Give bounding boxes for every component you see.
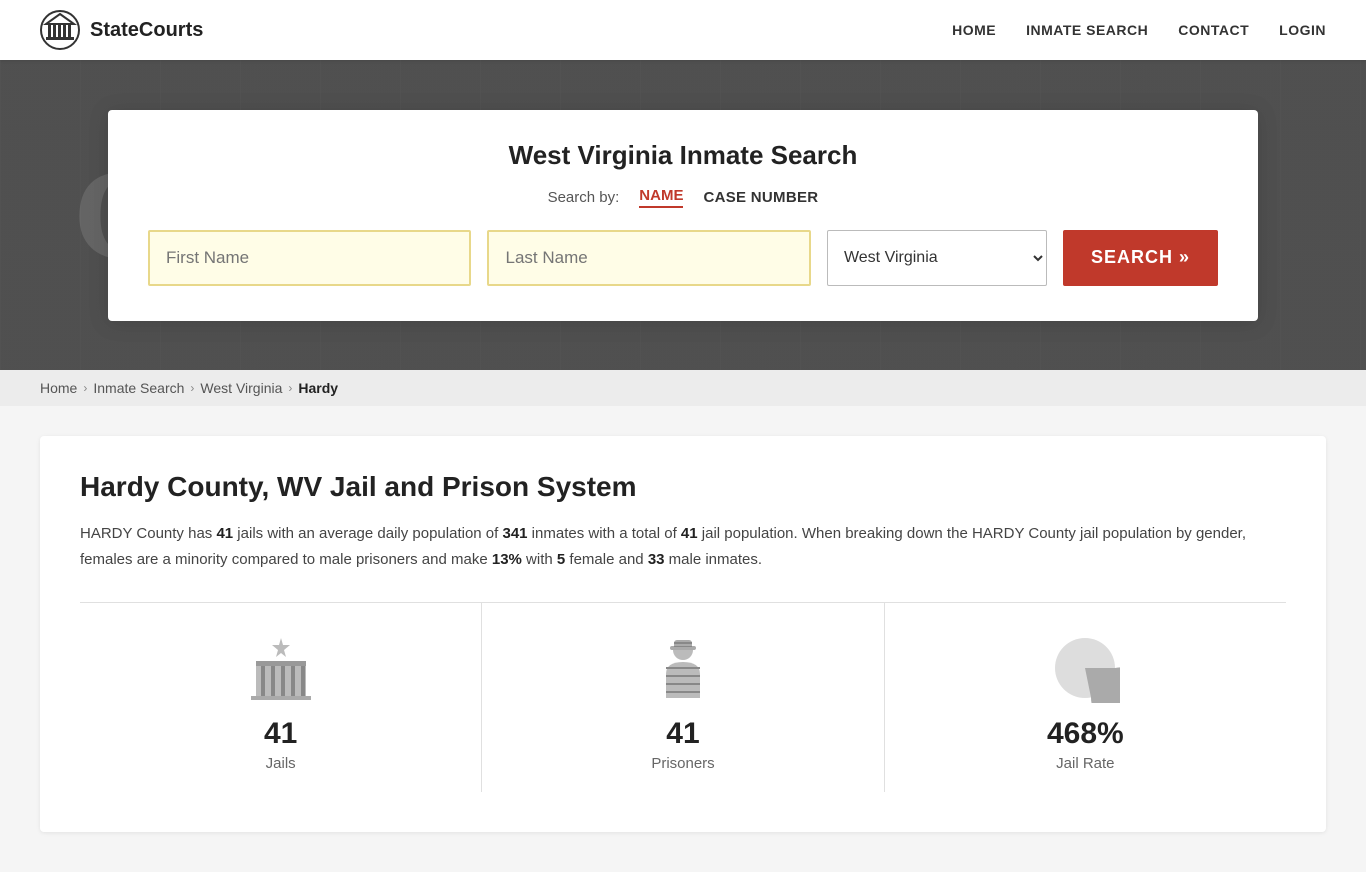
desc-female-pct: 13% <box>492 551 522 568</box>
search-by-row: Search by: NAME CASE NUMBER <box>148 187 1218 208</box>
main-nav: HOME INMATE SEARCH CONTACT LOGIN <box>952 22 1326 38</box>
breadcrumb-west-virginia[interactable]: West Virginia <box>200 380 282 396</box>
desc-male-count: 33 <box>648 551 665 568</box>
search-inputs: West Virginia Alabama Alaska Arizona Ark… <box>148 230 1218 286</box>
logo-text: StateCourts <box>90 19 203 42</box>
stat-prisoners: 41 Prisoners <box>482 603 884 792</box>
search-by-label: Search by: <box>548 189 620 206</box>
jail-rate-icon <box>1045 633 1125 703</box>
breadcrumb-sep-1: › <box>83 381 87 395</box>
desc-total-jails: 41 <box>681 525 698 542</box>
breadcrumb-sep-3: › <box>288 381 292 395</box>
state-select[interactable]: West Virginia Alabama Alaska Arizona Ark… <box>827 230 1047 286</box>
hero-section: COURTHOUSE West Virginia Inmate Search S… <box>0 60 1366 370</box>
tab-case-number[interactable]: CASE NUMBER <box>703 189 818 206</box>
stat-jail-rate-label: Jail Rate <box>1056 755 1114 772</box>
header: StateCourts HOME INMATE SEARCH CONTACT L… <box>0 0 1366 60</box>
desc-suffix: male inmates. <box>665 551 763 568</box>
breadcrumb-current: Hardy <box>298 380 338 396</box>
first-name-input[interactable] <box>148 230 471 286</box>
nav-login[interactable]: LOGIN <box>1279 22 1326 38</box>
prisoner-icon <box>643 633 723 703</box>
stat-jails-label: Jails <box>266 755 296 772</box>
desc-middle5: female and <box>565 551 648 568</box>
main-content: Hardy County, WV Jail and Prison System … <box>0 406 1366 872</box>
desc-jails-count: 41 <box>216 525 233 542</box>
search-card-title: West Virginia Inmate Search <box>148 140 1218 171</box>
tab-name[interactable]: NAME <box>639 187 683 208</box>
desc-avg-pop: 341 <box>502 525 527 542</box>
nav-contact[interactable]: CONTACT <box>1178 22 1249 38</box>
stat-jails-number: 41 <box>264 717 297 751</box>
breadcrumb: Home › Inmate Search › West Virginia › H… <box>0 370 1366 406</box>
logo-icon <box>40 10 80 50</box>
stat-jails: 41 Jails <box>80 603 482 792</box>
county-description: HARDY County has 41 jails with an averag… <box>80 521 1286 572</box>
breadcrumb-sep-2: › <box>190 381 194 395</box>
stat-prisoners-number: 41 <box>666 717 699 751</box>
jail-icon <box>241 633 321 703</box>
stat-prisoners-label: Prisoners <box>651 755 714 772</box>
logo[interactable]: StateCourts <box>40 10 203 50</box>
last-name-input[interactable] <box>487 230 810 286</box>
search-card: West Virginia Inmate Search Search by: N… <box>108 110 1258 321</box>
desc-middle1: jails with an average daily population o… <box>233 525 502 542</box>
nav-home[interactable]: HOME <box>952 22 996 38</box>
nav-inmate-search[interactable]: INMATE SEARCH <box>1026 22 1148 38</box>
breadcrumb-home[interactable]: Home <box>40 380 77 396</box>
desc-middle4: with <box>522 551 557 568</box>
desc-middle2: inmates with a total of <box>528 525 681 542</box>
desc-prefix: HARDY County has <box>80 525 216 542</box>
search-button[interactable]: SEARCH » <box>1063 230 1218 286</box>
content-card: Hardy County, WV Jail and Prison System … <box>40 436 1326 832</box>
stats-row: 41 Jails <box>80 602 1286 792</box>
stat-jail-rate-number: 468% <box>1047 717 1124 751</box>
breadcrumb-inmate-search[interactable]: Inmate Search <box>93 380 184 396</box>
desc-female-count: 5 <box>557 551 565 568</box>
county-title: Hardy County, WV Jail and Prison System <box>80 471 1286 503</box>
stat-jail-rate: 468% Jail Rate <box>885 603 1286 792</box>
